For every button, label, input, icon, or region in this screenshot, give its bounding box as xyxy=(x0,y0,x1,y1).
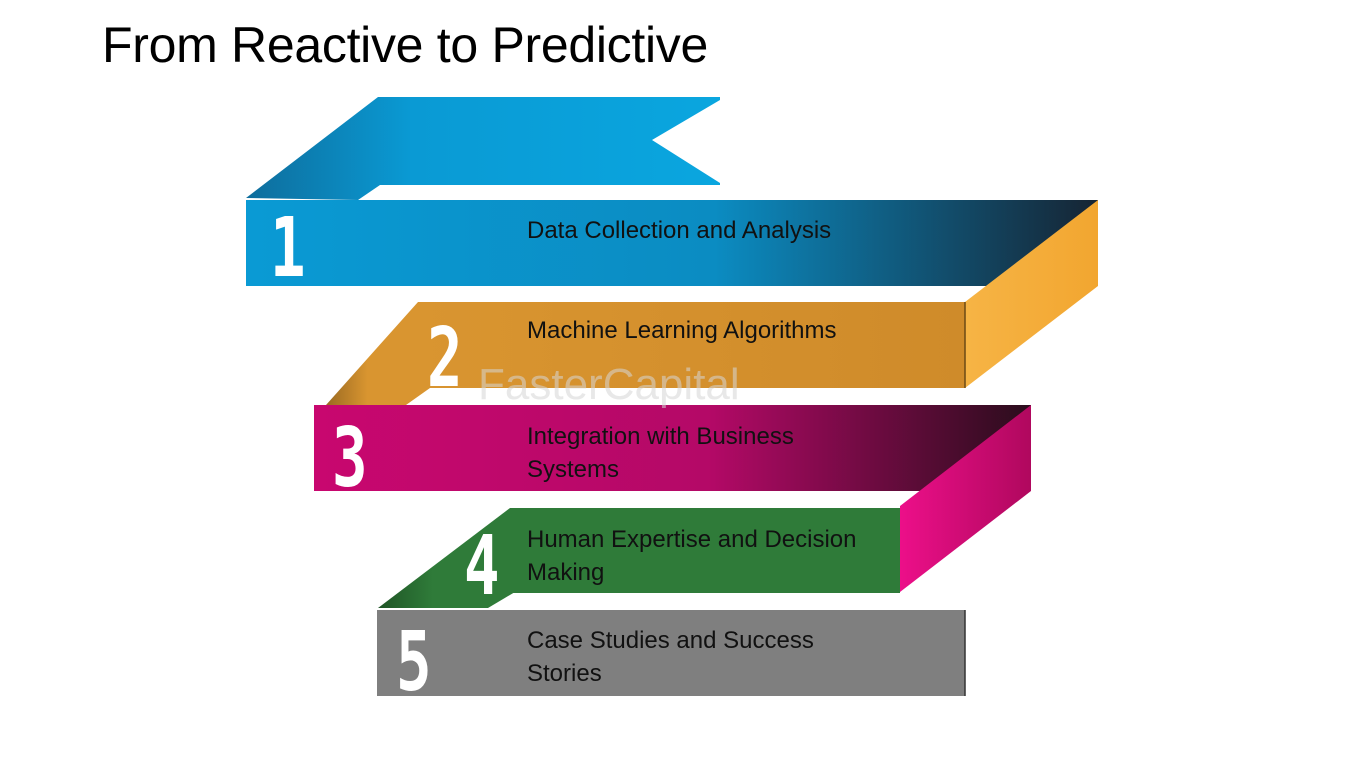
step-2-label: Machine Learning Algorithms xyxy=(527,317,837,344)
step-3-label: Integration with Business Systems xyxy=(527,423,794,483)
step-4-label: Human Expertise and Decision Making xyxy=(527,526,857,586)
step-5-number: 5 xyxy=(396,615,432,710)
step-4-number: 4 xyxy=(464,519,500,614)
watermark: FasterCapital xyxy=(478,360,740,409)
step-1-number: 1 xyxy=(270,201,306,296)
step-1-label: Data Collection and Analysis xyxy=(527,217,832,244)
step-2-number: 2 xyxy=(427,311,463,406)
step-3-number: 3 xyxy=(332,411,368,506)
step-5-label: Case Studies and Success Stories xyxy=(527,627,814,687)
ribbon-top-fold xyxy=(246,97,720,200)
band-2-lower-fold xyxy=(326,302,430,405)
